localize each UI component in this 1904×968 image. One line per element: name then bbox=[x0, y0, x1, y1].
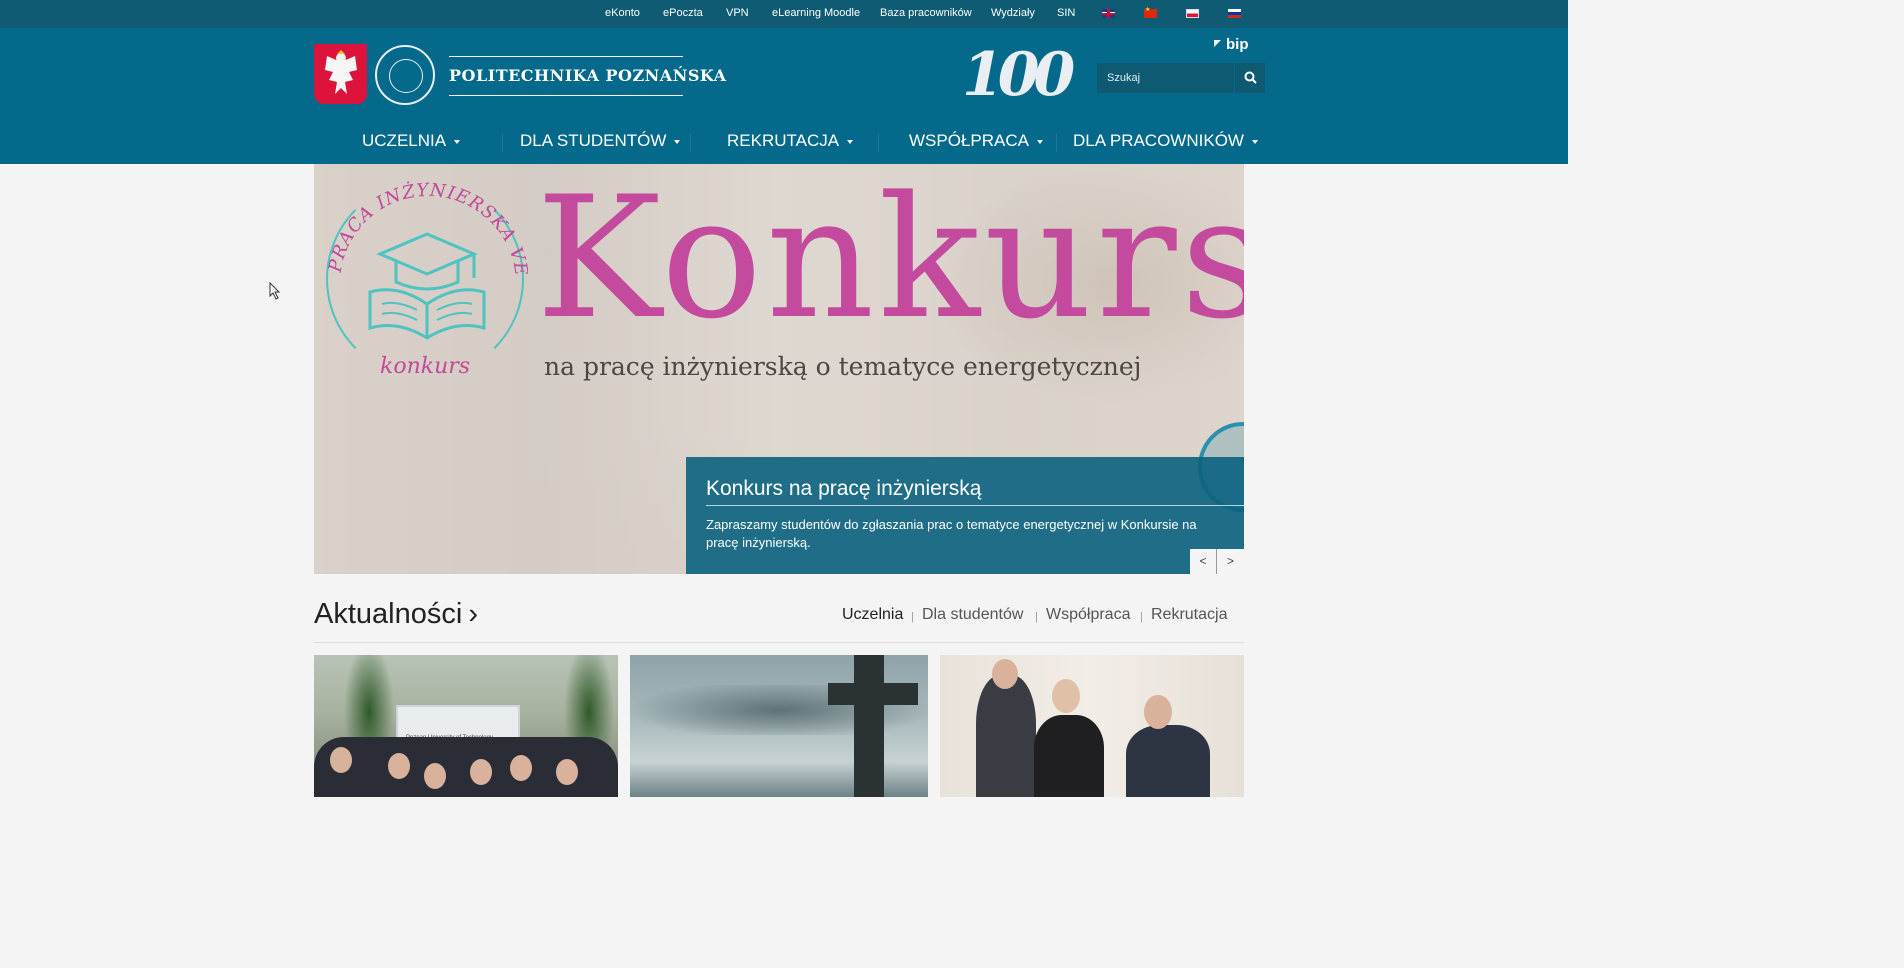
link-baza-pracownikow[interactable]: Baza pracowników bbox=[880, 7, 972, 19]
chevron-right-icon: › bbox=[468, 598, 478, 630]
news-title-label: Aktualności bbox=[314, 598, 463, 630]
nav-label: UCZELNIA bbox=[362, 131, 447, 150]
slide-caption-text: Zapraszamy studentów do zgłaszania prac … bbox=[706, 517, 1197, 550]
person-head bbox=[1052, 679, 1080, 713]
nav-divider bbox=[878, 134, 879, 152]
link-vpn[interactable]: VPN bbox=[726, 7, 749, 19]
search-button[interactable] bbox=[1234, 63, 1265, 93]
nav-divider bbox=[690, 134, 691, 152]
link-epoczta[interactable]: ePoczta bbox=[663, 7, 703, 19]
news-category-dla-studentow[interactable]: Dla studentów bbox=[922, 606, 1023, 624]
search-icon bbox=[1244, 71, 1257, 84]
news-category-wspolpraca[interactable]: Współpraca bbox=[1046, 606, 1130, 624]
nav-label: REKRUTACJA bbox=[727, 131, 840, 150]
nav-label: DLA PRACOWNIKÓW bbox=[1073, 131, 1244, 150]
category-separator: | bbox=[1140, 611, 1143, 623]
nav-divider bbox=[502, 134, 503, 152]
bip-label: bip bbox=[1226, 36, 1249, 53]
flag-cn-icon[interactable] bbox=[1144, 6, 1157, 18]
link-sin[interactable]: SIN bbox=[1057, 7, 1075, 19]
person-head bbox=[388, 753, 410, 779]
person-figure bbox=[1034, 715, 1104, 797]
caret-down-icon bbox=[674, 139, 681, 144]
eagle-emblem-icon[interactable] bbox=[314, 44, 367, 104]
search-input[interactable] bbox=[1097, 63, 1234, 93]
slider-next-button[interactable]: > bbox=[1217, 549, 1244, 574]
brand-logo[interactable]: POLITECHNIKA POZNAŃSKA bbox=[449, 56, 726, 96]
person-figure bbox=[1126, 725, 1210, 797]
top-utility-bar: eKonto ePoczta VPN eLearning Moodle Baza… bbox=[0, 0, 1568, 28]
caption-divider bbox=[706, 505, 1244, 506]
anniversary-100-logo[interactable]: 100 bbox=[962, 40, 1075, 110]
link-ekonto[interactable]: eKonto bbox=[605, 7, 640, 19]
slide-caption-title[interactable]: Konkurs na pracę inżynierską bbox=[706, 477, 981, 501]
flag-pl-icon[interactable] bbox=[1186, 9, 1199, 18]
person-head bbox=[330, 747, 352, 773]
nav-label: DLA STUDENTÓW bbox=[520, 131, 667, 150]
news-card-image[interactable]: Poznan University of Technology bbox=[314, 655, 618, 797]
person-head bbox=[510, 755, 532, 781]
hero-big-title: Konkurs bbox=[536, 164, 1244, 356]
mouse-cursor-icon bbox=[269, 282, 281, 300]
link-elearning-moodle[interactable]: eLearning Moodle bbox=[772, 7, 860, 19]
flag-ru-icon[interactable] bbox=[1228, 9, 1241, 18]
category-separator: | bbox=[1035, 611, 1038, 623]
graduation-book-icon bbox=[368, 232, 486, 340]
person-figure bbox=[976, 675, 1036, 797]
news-category-uczelnia[interactable]: Uczelnia bbox=[842, 606, 903, 624]
caret-down-icon bbox=[847, 139, 854, 144]
hero-slider[interactable]: PRACA INŻYNIERSKA VEOLII konkurs Konkurs… bbox=[314, 164, 1244, 574]
university-seal-icon[interactable] bbox=[375, 45, 435, 105]
nav-label: WSPÓŁPRACA bbox=[909, 131, 1029, 150]
person-head bbox=[424, 763, 446, 789]
category-separator: | bbox=[911, 611, 914, 623]
news-divider bbox=[314, 642, 1244, 643]
nav-wspolpraca[interactable]: WSPÓŁPRACA bbox=[909, 131, 1043, 151]
news-card-image[interactable] bbox=[630, 655, 928, 797]
nav-uczelnia[interactable]: UCZELNIA bbox=[362, 131, 461, 151]
caret-down-icon bbox=[1036, 139, 1043, 144]
cross-shape bbox=[828, 683, 918, 705]
cross-shape bbox=[854, 655, 884, 797]
link-wydzialy[interactable]: Wydziały bbox=[991, 7, 1035, 19]
person-head bbox=[1144, 695, 1172, 729]
nav-divider bbox=[1056, 134, 1057, 152]
bip-link[interactable]: bip bbox=[1214, 36, 1249, 53]
slide-caption[interactable]: Konkurs na pracę inżynierską Zapraszamy … bbox=[686, 457, 1244, 574]
caret-down-icon bbox=[454, 139, 461, 144]
person-head bbox=[556, 759, 578, 785]
news-section-title[interactable]: Aktualności › bbox=[314, 598, 478, 631]
news-category-rekrutacja[interactable]: Rekrutacja bbox=[1151, 606, 1227, 624]
news-card-image[interactable] bbox=[940, 655, 1244, 797]
person-head bbox=[992, 659, 1018, 689]
nav-dla-studentow[interactable]: DLA STUDENTÓW bbox=[520, 131, 681, 151]
nav-dla-pracownikow[interactable]: DLA PRACOWNIKÓW bbox=[1073, 131, 1258, 151]
hero-subtitle: na pracę inżynierską o tematyce energety… bbox=[544, 352, 1142, 381]
nav-rekrutacja[interactable]: REKRUTACJA bbox=[727, 131, 854, 151]
caret-down-icon bbox=[1251, 139, 1258, 144]
person-head bbox=[470, 759, 492, 785]
slider-prev-button[interactable]: < bbox=[1190, 549, 1217, 574]
brand-name: POLITECHNIKA POZNAŃSKA bbox=[449, 66, 727, 85]
badge-konkurs-label: konkurs bbox=[380, 354, 471, 379]
flag-en-icon[interactable] bbox=[1102, 9, 1115, 18]
